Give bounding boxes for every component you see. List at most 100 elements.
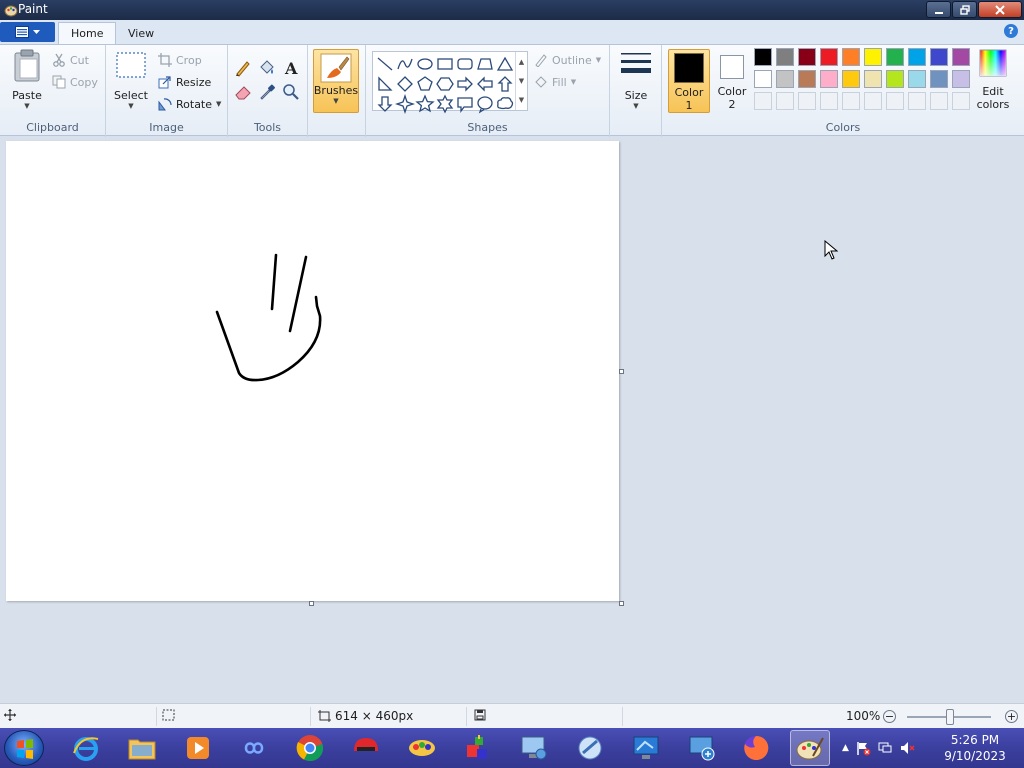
rectangle-shape-icon[interactable] xyxy=(435,54,455,74)
taskbar-media-player[interactable] xyxy=(178,730,218,766)
resize-handle-bottom[interactable] xyxy=(309,601,314,606)
taskbar-app-colorful[interactable] xyxy=(402,730,442,766)
palette-swatch[interactable] xyxy=(842,70,860,88)
volume-muted-icon[interactable] xyxy=(899,740,915,756)
close-button[interactable] xyxy=(978,1,1022,18)
palette-custom-swatch[interactable] xyxy=(864,92,882,110)
palette-swatch[interactable] xyxy=(776,70,794,88)
resize-button[interactable]: Resize xyxy=(158,73,211,91)
six-point-star-shape-icon[interactable] xyxy=(435,94,455,114)
palette-custom-swatch[interactable] xyxy=(908,92,926,110)
restore-button[interactable] xyxy=(952,1,977,18)
taskbar-app-remote[interactable] xyxy=(682,730,722,766)
taskbar-app-cubes[interactable] xyxy=(458,730,498,766)
expand-gallery-icon[interactable]: ▼ xyxy=(519,96,524,104)
action-center-flag-icon[interactable] xyxy=(855,740,871,756)
brushes-button[interactable]: Brushes ▼ xyxy=(313,49,359,113)
line-shape-icon[interactable] xyxy=(375,54,395,74)
shapes-scroll[interactable]: ▲ ▼ ▼ xyxy=(515,52,527,110)
taskbar-firefox[interactable] xyxy=(736,730,776,766)
diamond-shape-icon[interactable] xyxy=(395,74,415,94)
network-icon[interactable] xyxy=(877,740,893,756)
palette-swatch[interactable] xyxy=(798,70,816,88)
palette-swatch[interactable] xyxy=(864,70,882,88)
palette-swatch[interactable] xyxy=(952,48,970,66)
zoom-slider-thumb[interactable] xyxy=(946,709,954,725)
resize-handle-corner[interactable] xyxy=(619,601,624,606)
size-button[interactable]: Size ▼ xyxy=(616,49,656,110)
paint-app-icon[interactable] xyxy=(4,3,18,17)
drawing-canvas[interactable] xyxy=(6,141,619,601)
taskbar-explorer[interactable] xyxy=(122,730,162,766)
palette-swatch[interactable] xyxy=(908,70,926,88)
color2-button[interactable]: Color 2 xyxy=(714,49,750,111)
select-button[interactable]: Select ▼ xyxy=(112,49,150,110)
palette-custom-swatch[interactable] xyxy=(798,92,816,110)
outline-button[interactable]: Outline ▼ xyxy=(534,51,601,69)
eraser-tool[interactable] xyxy=(232,81,254,103)
fill-dropdown-icon[interactable]: ▼ xyxy=(571,78,576,86)
crop-button[interactable]: Crop xyxy=(158,51,202,69)
zoom-in-button[interactable]: + xyxy=(1005,710,1018,723)
brushes-dropdown-icon[interactable]: ▼ xyxy=(333,97,338,105)
oval-callout-shape-icon[interactable] xyxy=(475,94,495,114)
taskbar-app-computer[interactable] xyxy=(514,730,554,766)
taskbar-internet-explorer[interactable] xyxy=(66,730,106,766)
color-picker-tool[interactable] xyxy=(256,81,278,103)
oval-shape-icon[interactable] xyxy=(415,54,435,74)
down-arrow-shape-icon[interactable] xyxy=(375,94,395,114)
polygon-shape-icon[interactable] xyxy=(475,54,495,74)
taskbar-paint[interactable] xyxy=(790,730,830,766)
taskbar-app-display[interactable] xyxy=(626,730,666,766)
palette-custom-swatch[interactable] xyxy=(886,92,904,110)
paste-button[interactable]: Paste ▼ xyxy=(8,49,46,110)
palette-swatch[interactable] xyxy=(754,48,772,66)
text-tool[interactable]: A xyxy=(280,57,302,79)
scroll-down-icon[interactable]: ▼ xyxy=(519,77,524,85)
taskbar-chrome[interactable] xyxy=(290,730,330,766)
magnifier-tool[interactable] xyxy=(280,81,302,103)
taskbar-app-infinity[interactable] xyxy=(234,730,274,766)
fill-button[interactable]: Fill ▼ xyxy=(534,73,576,91)
five-point-star-shape-icon[interactable] xyxy=(415,94,435,114)
palette-swatch[interactable] xyxy=(886,70,904,88)
paint-menu-button[interactable] xyxy=(0,22,55,42)
scroll-up-icon[interactable]: ▲ xyxy=(519,58,524,66)
color1-button[interactable]: Color 1 xyxy=(668,49,710,113)
palette-custom-swatch[interactable] xyxy=(842,92,860,110)
outline-dropdown-icon[interactable]: ▼ xyxy=(596,56,601,64)
tab-home[interactable]: Home xyxy=(58,22,117,44)
taskbar-app-red[interactable] xyxy=(346,730,386,766)
palette-swatch[interactable] xyxy=(798,48,816,66)
four-point-star-shape-icon[interactable] xyxy=(395,94,415,114)
palette-custom-swatch[interactable] xyxy=(754,92,772,110)
palette-swatch[interactable] xyxy=(842,48,860,66)
palette-swatch[interactable] xyxy=(820,70,838,88)
size-dropdown-icon[interactable]: ▼ xyxy=(633,102,638,110)
taskbar-app-blue[interactable] xyxy=(570,730,610,766)
tab-view[interactable]: View xyxy=(116,22,166,44)
palette-custom-swatch[interactable] xyxy=(930,92,948,110)
up-arrow-shape-icon[interactable] xyxy=(495,74,515,94)
palette-custom-swatch[interactable] xyxy=(952,92,970,110)
paste-dropdown-icon[interactable]: ▼ xyxy=(24,102,29,110)
curve-shape-icon[interactable] xyxy=(395,54,415,74)
left-arrow-shape-icon[interactable] xyxy=(475,74,495,94)
palette-swatch[interactable] xyxy=(930,48,948,66)
select-dropdown-icon[interactable]: ▼ xyxy=(128,102,133,110)
cloud-callout-shape-icon[interactable] xyxy=(495,94,515,114)
palette-swatch[interactable] xyxy=(930,70,948,88)
right-arrow-shape-icon[interactable] xyxy=(455,74,475,94)
rounded-rectangle-shape-icon[interactable] xyxy=(455,54,475,74)
palette-swatch[interactable] xyxy=(864,48,882,66)
cut-button[interactable]: Cut xyxy=(52,51,89,69)
help-button[interactable]: ? xyxy=(1004,24,1018,38)
resize-handle-right[interactable] xyxy=(619,369,624,374)
palette-swatch[interactable] xyxy=(820,48,838,66)
triangle-shape-icon[interactable] xyxy=(495,54,515,74)
zoom-out-button[interactable]: − xyxy=(883,710,896,723)
palette-custom-swatch[interactable] xyxy=(776,92,794,110)
right-triangle-shape-icon[interactable] xyxy=(375,74,395,94)
copy-button[interactable]: Copy xyxy=(52,73,98,91)
palette-custom-swatch[interactable] xyxy=(820,92,838,110)
